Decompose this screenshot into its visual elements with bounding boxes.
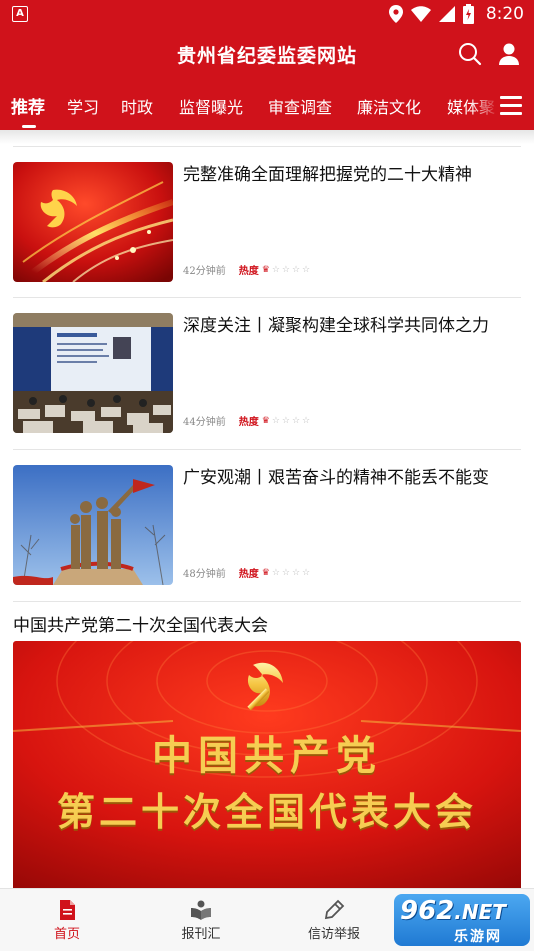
congress-banner[interactable]: 中国共产党 第二十次全国代表大会 [13,641,521,891]
home-document-icon [60,900,75,920]
divider [13,449,521,450]
watermark-suffix: .NET [454,900,506,924]
tab-study[interactable]: 学习 [67,94,99,118]
hot-label: 热度 [238,569,259,580]
star-icon: ☆ [281,415,290,426]
app-header: 贵州省纪委监委网站 [0,28,534,80]
nav-report[interactable]: 信访举报 [279,889,389,951]
tab-recommend[interactable]: 推荐 [11,93,45,118]
wifi-icon [410,6,431,22]
app-notification-icon: A [12,6,28,22]
divider [13,297,521,298]
star-icon: ☆ [302,567,311,578]
signal-icon [438,6,455,22]
menu-icon[interactable] [498,96,524,116]
star-icon: ☆ [271,264,280,275]
article-card[interactable]: 完整准确全面理解把握党的二十大精神 42分钟前 热度 ♛ ☆ ☆ ☆ ☆ [13,162,521,282]
article-title: 广安观潮丨艰苦奋斗的精神不能丢不能变 [183,468,489,488]
article-card[interactable]: 深度关注丨凝聚构建全球科学共同体之力 44分钟前 热度 ♛ ☆ ☆ ☆ ☆ [13,313,521,433]
status-time: 8:20 [485,4,524,24]
section-title[interactable]: 中国共产党第二十次全国代表大会 [13,611,268,636]
article-card[interactable]: 广安观潮丨艰苦奋斗的精神不能丢不能变 48分钟前 热度 ♛ ☆ ☆ ☆ ☆ [13,465,521,585]
nav-newspapers[interactable]: 报刊汇 [146,889,256,951]
star-icon: ☆ [291,567,301,578]
star-icon: ☆ [291,264,301,275]
star-icon: ☆ [271,415,280,426]
star-icon: ☆ [302,415,311,426]
article-title: 深度关注丨凝聚构建全球科学共同体之力 [183,316,489,336]
active-tab-indicator [22,125,36,128]
battery-charging-icon [462,4,474,24]
status-bar: A 8:20 [0,0,534,28]
watermark-logo: 962.NET 乐游网 [394,894,530,946]
star-icon: ☆ [281,264,290,275]
nav-label: 报刊汇 [181,927,221,942]
user-icon[interactable] [496,41,522,67]
article-meta: 44分钟前 热度 ♛ ☆ ☆ ☆ ☆ [183,413,311,429]
divider [13,601,521,602]
article-meta: 48分钟前 热度 ♛ ☆ ☆ ☆ ☆ [183,565,311,581]
nav-label: 首页 [53,927,80,942]
book-icon [191,900,211,920]
crown-icon: ♛ [261,567,270,578]
article-thumbnail [13,313,173,433]
article-time: 42分钟前 [183,266,226,277]
article-thumbnail [13,465,173,585]
banner-line-1: 中国共产党 [152,733,382,779]
tab-politics[interactable]: 时政 [121,94,153,118]
hot-label: 热度 [238,417,259,428]
banner-line-2: 第二十次全国代表大会 [56,790,477,834]
crown-icon: ♛ [261,264,270,275]
divider [13,146,521,147]
article-title: 完整准确全面理解把握党的二十大精神 [183,165,472,185]
star-icon: ☆ [291,415,301,426]
star-icon: ☆ [271,567,280,578]
watermark-subtitle: 乐游网 [454,929,502,945]
nav-home[interactable]: 首页 [12,889,122,951]
article-thumbnail [13,162,173,282]
star-icon: ☆ [281,567,290,578]
article-time: 44分钟前 [183,417,226,428]
article-meta: 42分钟前 热度 ♛ ☆ ☆ ☆ ☆ [183,262,311,278]
tab-investigation[interactable]: 审查调查 [268,94,332,118]
hot-label: 热度 [238,266,259,277]
article-time: 48分钟前 [183,569,226,580]
crown-icon: ♛ [261,415,270,426]
location-icon [388,5,403,23]
header-shadow [0,130,534,144]
tab-integrity-culture[interactable]: 廉洁文化 [357,94,421,118]
tab-fade [470,80,500,130]
site-title: 贵州省纪委监委网站 [176,45,357,67]
search-icon[interactable] [457,41,483,67]
watermark-brand: 962 [400,896,455,926]
nav-label: 信访举报 [307,927,360,942]
pen-icon [324,899,345,920]
star-icon: ☆ [302,264,311,275]
category-tabs: 推荐 学习 时政 监督曝光 审查调查 廉洁文化 媒体聚 [0,80,534,130]
tab-supervision-exposure[interactable]: 监督曝光 [179,94,243,118]
